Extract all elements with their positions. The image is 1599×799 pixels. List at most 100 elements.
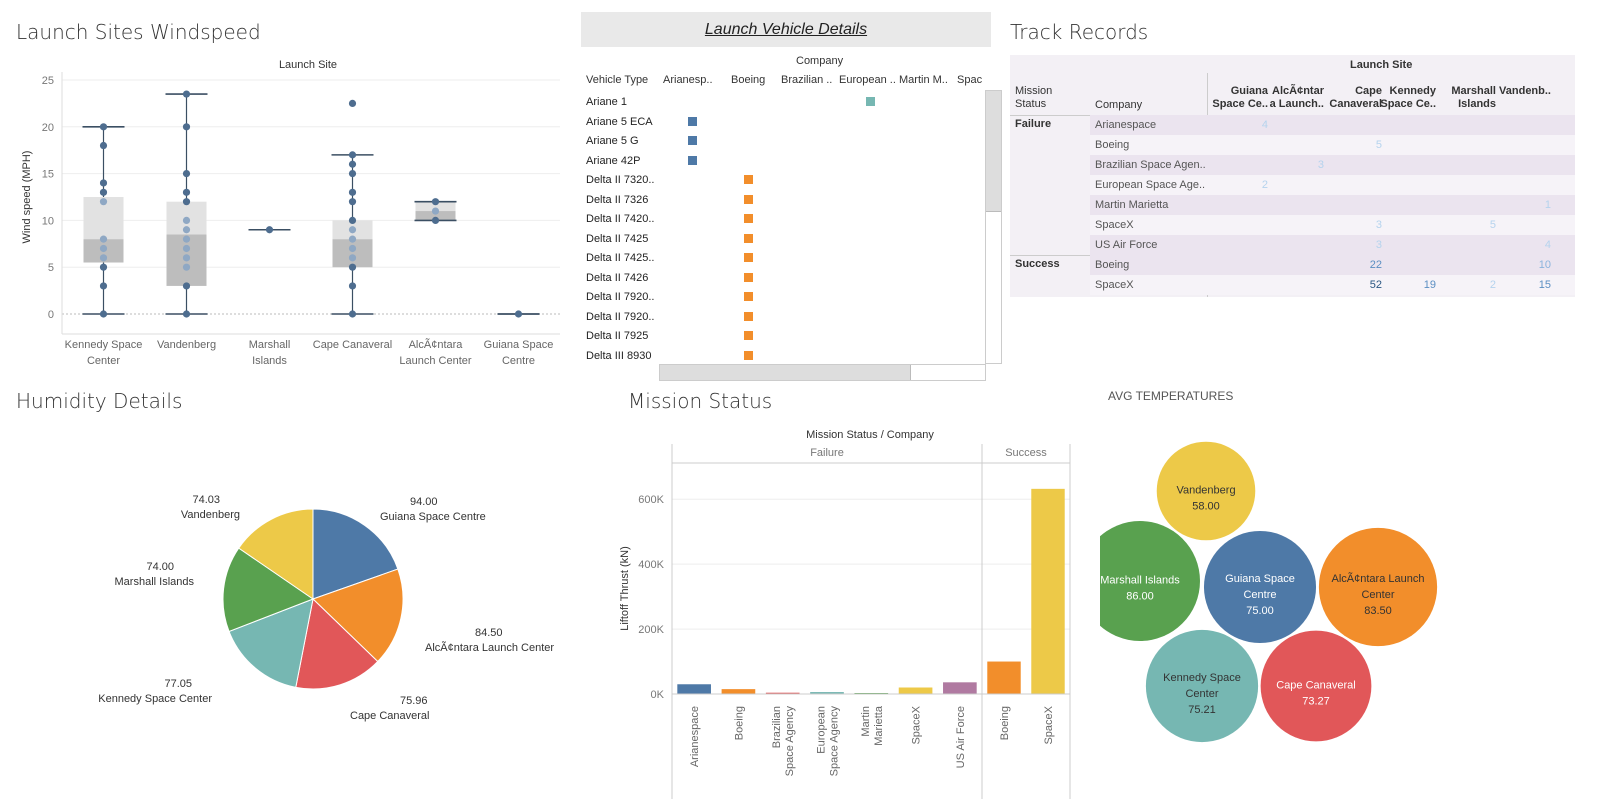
track-company-label: SpaceX [1095, 219, 1134, 231]
vehicle-row-label: Delta II 7925 [586, 330, 649, 342]
vehicle-row[interactable]: Ariane 5 ECA [581, 114, 981, 133]
track-row[interactable]: Arianespace 4 [1090, 115, 1575, 135]
vehicle-row-label: Delta II 7420.. [586, 213, 655, 225]
vehicle-row[interactable]: Delta II 7320.. [581, 172, 981, 191]
temperature-bubble: Kennedy Space Center 75.21 [1145, 629, 1259, 743]
windspeed-point [182, 198, 191, 206]
humidity-slice-label: Marshall Islands [115, 576, 195, 588]
track-site-column-header: Vandenb.. [1499, 85, 1551, 97]
track-site-column-header: Guiana Space Ce.. [1212, 85, 1268, 110]
vehicle-row[interactable]: Ariane 5 G [581, 133, 981, 152]
vehicle-mark [744, 253, 753, 262]
windspeed-point [99, 263, 108, 271]
track-row[interactable]: US Air Force 3 4 [1090, 235, 1575, 255]
vehicle-vertical-scrollbar[interactable] [985, 90, 1002, 364]
track-value: 2 [1261, 179, 1268, 191]
temperature-bubble: Marshall Islands 86.00 [1100, 521, 1200, 641]
vehicle-horizontal-scrollbar[interactable] [659, 364, 986, 381]
temperature-bubble: Vandenberg 58.00 [1156, 441, 1256, 541]
vehicle-row[interactable]: Ariane 1 [581, 94, 981, 113]
track-row[interactable]: SpaceX 3 5 [1090, 215, 1575, 235]
track-row[interactable]: SpaceX 52 19 2 15 [1090, 275, 1575, 295]
mission-category-label: Martin [860, 706, 872, 737]
windspeed-chart: Launch Site 0 5 10 15 20 25 Wind speed (MPH) Ken… [21, 59, 560, 367]
temperature-bubble-circle [1203, 530, 1317, 644]
temperature-bubble: AlcÃ¢ntara Launch Center 83.50 [1318, 527, 1438, 647]
vehicle-row-label: Ariane 5 G [586, 135, 639, 147]
vehicle-row-label: Ariane 42P [586, 154, 641, 167]
vehicle-vscroll-thumb[interactable] [986, 91, 1001, 212]
windspeed-category-label: Center [87, 355, 120, 367]
avg-temperatures-title: AVG TEMPERATURES [1108, 389, 1234, 403]
windspeed-point [99, 244, 108, 253]
vehicle-row[interactable]: Delta II 7426 [581, 270, 981, 289]
humidity-slice-label: AlcÃ¢ntara Launch Center [425, 641, 554, 654]
vehicle-row[interactable]: Delta II 7425 [581, 231, 981, 250]
humidity-slice-label: Guiana Space Centre [380, 511, 486, 523]
vehicle-mark [744, 311, 753, 321]
vehicle-details-header: Launch Vehicle Details [581, 12, 991, 47]
track-row[interactable]: Boeing 5 [1090, 135, 1575, 155]
windspeed-point [99, 198, 108, 206]
vehicle-row[interactable]: Delta II 7920.. [581, 309, 981, 328]
mission-category-label: Brazilian [771, 706, 783, 748]
mission-ytick: 400K [638, 559, 664, 571]
track-value: 4 [1544, 239, 1551, 251]
temperature-bubble-label: Cape Canaveral [1276, 680, 1356, 692]
temperature-bubble-label: Vandenberg [1176, 485, 1235, 497]
track-site-column-header: Marshall Islands [1451, 85, 1496, 110]
track-value: 5 [1375, 139, 1382, 151]
windspeed-point [265, 226, 274, 234]
track-row[interactable]: Boeing 22 10 [1090, 255, 1575, 275]
mission-bar [943, 682, 977, 694]
windspeed-point [431, 198, 440, 206]
vehicle-details-panel: Company Vehicle Type Arianesp.. Boeing Bra… [581, 50, 1002, 381]
windspeed-point [348, 160, 357, 168]
mission-bar [898, 687, 933, 694]
mission-bar [987, 661, 1021, 694]
windspeed-category-label: AlcÃ¢ntara [409, 338, 464, 351]
track-value: 3 [1317, 159, 1324, 171]
windspeed-ytick: 15 [42, 169, 54, 181]
windspeed-point [182, 216, 191, 224]
track-status-label: Failure [1015, 118, 1052, 130]
vehicle-mark [744, 214, 753, 223]
windspeed-point [348, 151, 357, 159]
mission-panel-header: Failure [810, 447, 844, 459]
temperature-bubble-value: 86.00 [1126, 591, 1154, 603]
vehicle-row[interactable]: Delta II 7925 [581, 328, 981, 347]
vehicle-row[interactable]: Delta II 7920.. [581, 289, 981, 308]
track-value: 3 [1375, 239, 1382, 251]
windspeed-category-label: Cape Canaveral [313, 339, 393, 351]
windspeed-point [182, 282, 191, 290]
vehicle-mark [744, 272, 753, 282]
track-company-header: Company [1095, 99, 1143, 111]
humidity-slice-label: Cape Canaveral [350, 710, 430, 722]
vehicle-mark [744, 194, 753, 204]
vehicle-row-label: Delta II 7425 [586, 232, 649, 245]
vehicle-details-title: Launch Vehicle Details [704, 21, 868, 38]
track-row[interactable]: European Space Age.. 2 [1090, 175, 1575, 195]
vehicle-row[interactable]: Delta III 8930 [581, 348, 981, 361]
vehicle-row[interactable]: Delta II 7420.. [581, 211, 981, 230]
vehicle-row-label: Delta III 8930 [586, 349, 652, 361]
mission-bar [721, 689, 756, 694]
windspeed-point [99, 188, 108, 196]
mission-status-title: Mission Status [628, 389, 773, 413]
vehicle-row[interactable]: Delta II 7326 [581, 192, 981, 211]
mission-bar [677, 684, 711, 694]
windspeed-point [99, 254, 108, 262]
track-row[interactable]: Martin Marietta 1 [1090, 195, 1575, 215]
vehicle-row[interactable]: Delta II 7425.. [581, 250, 981, 269]
windspeed-point [348, 198, 357, 206]
track-row[interactable]: Brazilian Space Agen.. 3 [1090, 155, 1575, 175]
temperature-bubble-value: 75.00 [1246, 605, 1274, 617]
mission-panel-header: Success [1005, 447, 1047, 459]
track-status-label: Success [1015, 258, 1060, 270]
mission-category-label: Boeing [999, 706, 1011, 740]
temperature-bubble-label: Kennedy Space [1163, 672, 1241, 684]
windspeed-ytick: 10 [42, 215, 54, 227]
vehicle-hscroll-thumb[interactable] [660, 365, 911, 380]
vehicle-row[interactable]: Ariane 42P [581, 153, 981, 172]
vehicle-mark [688, 155, 697, 165]
